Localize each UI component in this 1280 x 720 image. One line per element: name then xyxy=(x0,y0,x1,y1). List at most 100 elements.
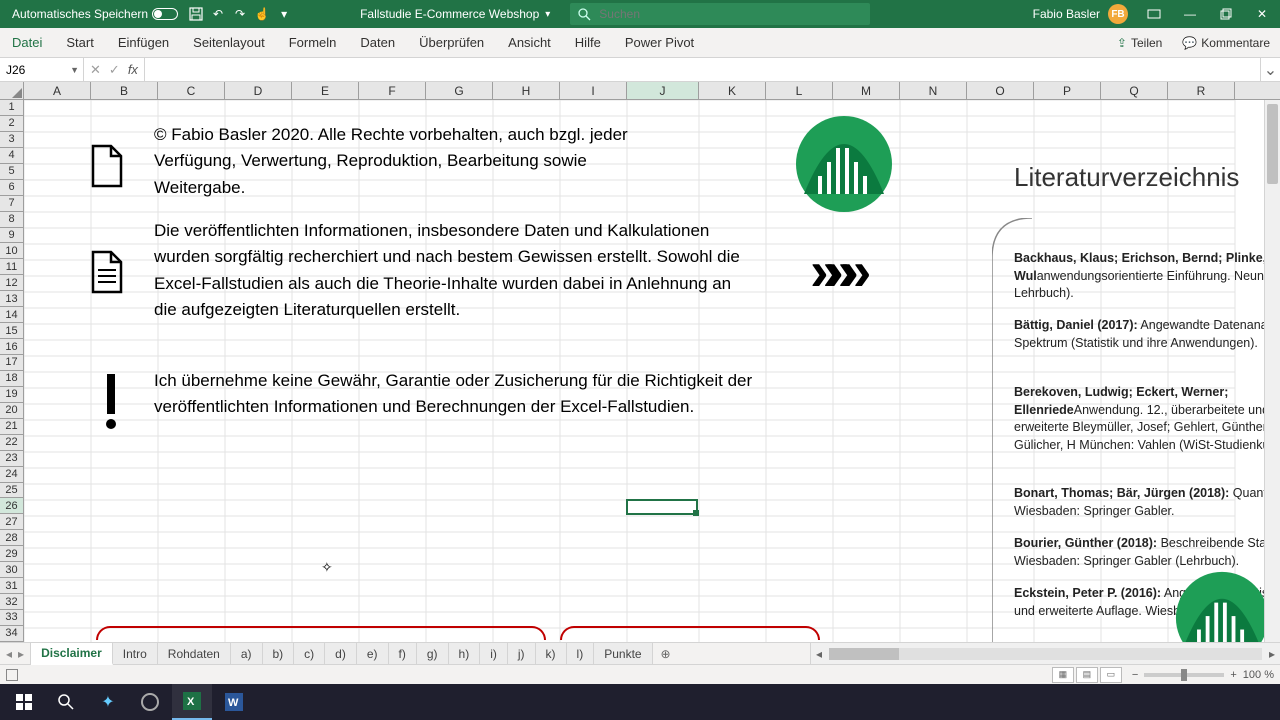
start-button[interactable] xyxy=(4,684,44,720)
row-header[interactable]: 4 xyxy=(0,148,23,164)
col-header[interactable]: M xyxy=(833,82,900,99)
col-header[interactable]: E xyxy=(292,82,359,99)
task-app-1[interactable]: ✦ xyxy=(88,684,128,720)
minimize-button[interactable]: — xyxy=(1172,0,1208,28)
tab-datei[interactable]: Datei xyxy=(0,28,54,57)
zoom-in-button[interactable]: + xyxy=(1230,669,1236,681)
share-button[interactable]: ⇪Teilen xyxy=(1107,36,1172,50)
record-macro-icon[interactable] xyxy=(6,669,18,681)
row-header[interactable]: 32 xyxy=(0,594,23,610)
sheet-tab[interactable]: k) xyxy=(536,643,567,664)
row-header[interactable]: 29 xyxy=(0,546,23,562)
tab-next-icon[interactable]: ▸ xyxy=(18,647,24,661)
row-header[interactable]: 25 xyxy=(0,483,23,499)
formula-bar[interactable] xyxy=(145,58,1260,81)
row-header[interactable]: 23 xyxy=(0,451,23,467)
row-header[interactable]: 31 xyxy=(0,578,23,594)
col-header[interactable]: P xyxy=(1034,82,1101,99)
sheet-tab[interactable]: l) xyxy=(567,643,595,664)
sheet-tab[interactable]: j) xyxy=(508,643,536,664)
scroll-right-icon[interactable]: ▸ xyxy=(1264,647,1280,661)
zoom-out-button[interactable]: − xyxy=(1132,669,1138,681)
fx-icon[interactable]: fx xyxy=(128,62,138,77)
view-pagelayout-button[interactable]: ▤ xyxy=(1076,667,1098,683)
scroll-left-icon[interactable]: ◂ xyxy=(811,647,827,661)
cancel-icon[interactable]: ✕ xyxy=(90,62,101,78)
col-header[interactable]: N xyxy=(900,82,967,99)
sheet-tab[interactable]: b) xyxy=(263,643,295,664)
row-header[interactable]: 15 xyxy=(0,323,23,339)
excel-taskbar-icon[interactable]: X xyxy=(172,684,212,720)
row-header[interactable]: 33 xyxy=(0,610,23,626)
col-header[interactable]: L xyxy=(766,82,833,99)
col-header[interactable]: G xyxy=(426,82,493,99)
col-header[interactable]: O xyxy=(967,82,1034,99)
col-header[interactable]: K xyxy=(699,82,766,99)
tab-einfuegen[interactable]: Einfügen xyxy=(106,28,181,57)
tab-seitenlayout[interactable]: Seitenlayout xyxy=(181,28,277,57)
sheet-tab[interactable]: a) xyxy=(231,643,263,664)
row-header[interactable]: 19 xyxy=(0,387,23,403)
touch-mode-icon[interactable]: ☝ xyxy=(254,6,270,22)
row-header[interactable]: 10 xyxy=(0,243,23,259)
vertical-scrollbar[interactable] xyxy=(1264,100,1280,642)
row-header[interactable]: 1 xyxy=(0,100,23,116)
col-header[interactable]: H xyxy=(493,82,560,99)
tab-ansicht[interactable]: Ansicht xyxy=(496,28,563,57)
col-header[interactable]: Q xyxy=(1101,82,1168,99)
qat-more-icon[interactable]: ▾ xyxy=(276,6,292,22)
col-header[interactable]: D xyxy=(225,82,292,99)
col-header[interactable]: R xyxy=(1168,82,1235,99)
row-header[interactable]: 13 xyxy=(0,291,23,307)
autosave-toggle[interactable]: Automatisches Speichern xyxy=(8,7,182,21)
tab-daten[interactable]: Daten xyxy=(348,28,407,57)
comments-button[interactable]: 💬Kommentare xyxy=(1172,36,1280,50)
sheet-tab[interactable]: h) xyxy=(449,643,481,664)
redo-icon[interactable]: ↷ xyxy=(232,6,248,22)
row-header[interactable]: 30 xyxy=(0,562,23,578)
undo-icon[interactable]: ↶ xyxy=(210,6,226,22)
sheet-tab[interactable]: Rohdaten xyxy=(158,643,231,664)
scroll-thumb[interactable] xyxy=(829,648,899,660)
col-header[interactable]: B xyxy=(91,82,158,99)
row-header[interactable]: 11 xyxy=(0,259,23,275)
tab-hilfe[interactable]: Hilfe xyxy=(563,28,613,57)
search-taskbar-icon[interactable] xyxy=(46,684,86,720)
tab-nav[interactable]: ◂ ▸ xyxy=(0,643,31,664)
save-icon[interactable] xyxy=(188,6,204,22)
col-header[interactable]: J xyxy=(627,82,699,99)
document-title[interactable]: Fallstudie E-Commerce Webshop ▾ xyxy=(360,7,550,21)
zoom-value[interactable]: 100 % xyxy=(1243,669,1274,681)
sheet-tab[interactable]: f) xyxy=(389,643,417,664)
sheet-tab[interactable]: Disclaimer xyxy=(31,643,113,665)
row-header[interactable]: 6 xyxy=(0,180,23,196)
sheet-tab[interactable]: Intro xyxy=(113,643,158,664)
col-header[interactable]: F xyxy=(359,82,426,99)
row-header[interactable]: 3 xyxy=(0,132,23,148)
select-all-corner[interactable] xyxy=(0,82,24,99)
row-header[interactable]: 26 xyxy=(0,498,23,514)
tab-formeln[interactable]: Formeln xyxy=(277,28,349,57)
word-taskbar-icon[interactable]: W xyxy=(214,684,254,720)
search-input[interactable] xyxy=(597,6,862,22)
row-header[interactable]: 22 xyxy=(0,435,23,451)
tab-start[interactable]: Start xyxy=(54,28,105,57)
row-header[interactable]: 9 xyxy=(0,228,23,244)
user-account[interactable]: Fabio Basler FB xyxy=(1025,4,1136,24)
name-box[interactable]: J26 ▼ xyxy=(0,58,84,81)
row-header[interactable]: 20 xyxy=(0,403,23,419)
view-pagebreak-button[interactable]: ▭ xyxy=(1100,667,1122,683)
row-header[interactable]: 27 xyxy=(0,514,23,530)
enter-icon[interactable]: ✓ xyxy=(109,62,120,78)
row-header[interactable]: 24 xyxy=(0,467,23,483)
sheet-tab[interactable]: d) xyxy=(325,643,357,664)
sheet-tab[interactable]: e) xyxy=(357,643,389,664)
col-header[interactable]: A xyxy=(24,82,91,99)
sheet-tab[interactable]: c) xyxy=(294,643,325,664)
row-header[interactable]: 14 xyxy=(0,307,23,323)
row-header[interactable]: 5 xyxy=(0,164,23,180)
tab-ueberpruefen[interactable]: Überprüfen xyxy=(407,28,496,57)
scroll-thumb[interactable] xyxy=(1267,104,1278,184)
sheet-tab[interactable]: g) xyxy=(417,643,449,664)
add-sheet-button[interactable]: ⊕ xyxy=(653,643,679,664)
